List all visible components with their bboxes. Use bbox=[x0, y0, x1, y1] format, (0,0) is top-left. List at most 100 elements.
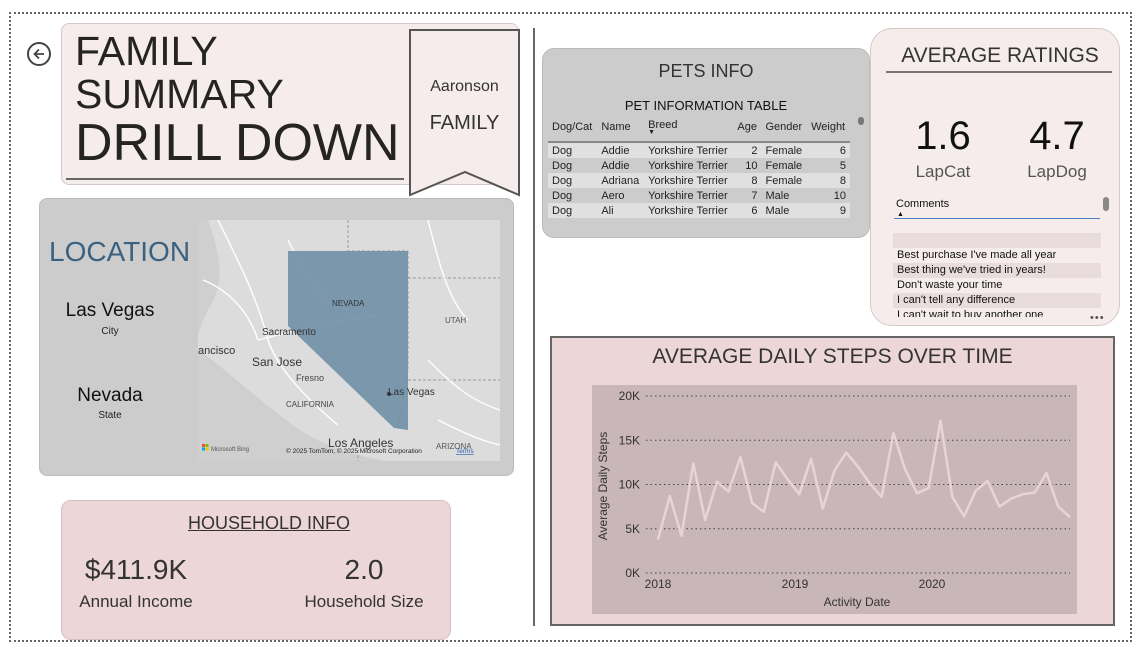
table-cell: Addie bbox=[597, 142, 645, 158]
table-cell: 7 bbox=[751, 189, 758, 202]
table-cell: Addie bbox=[601, 159, 630, 172]
table-cell: Female bbox=[761, 173, 808, 188]
sort-up-icon: ▲ bbox=[897, 211, 904, 218]
y-tick-label: 15K bbox=[619, 433, 640, 447]
table-cell: Adriana bbox=[597, 173, 645, 188]
income-label: Annual Income bbox=[79, 592, 193, 611]
table-cell: 10 bbox=[833, 189, 846, 202]
table-row[interactable]: Dog Aero Yorkshire Terrier 7 Male 10 bbox=[548, 188, 850, 203]
lapcat-rating-value: 1.6 bbox=[915, 114, 971, 158]
lapcat-rating-label: LapCat bbox=[915, 162, 971, 181]
ratings-underline bbox=[886, 71, 1112, 73]
map-label-sanfrancisco: ancisco bbox=[198, 345, 235, 357]
comments-header-line bbox=[894, 218, 1100, 219]
location-map[interactable]: NEVADA UTAH Sacramento ancisco San Jose … bbox=[198, 220, 500, 461]
family-label: FAMILY bbox=[429, 112, 500, 134]
household-title: HOUSEHOLD INFO bbox=[187, 513, 351, 533]
page-title: FAMILY SUMMARY DRILL DOWN bbox=[75, 28, 400, 172]
map-label-lasvegas: Las Vegas bbox=[388, 387, 435, 398]
list-item[interactable] bbox=[893, 233, 1101, 248]
col-gender[interactable]: Gender bbox=[761, 117, 808, 143]
table-cell: 10 bbox=[745, 159, 758, 172]
lapdog-rating-label: LapDog bbox=[1027, 162, 1087, 181]
x-tick-label: 2020 bbox=[919, 577, 946, 591]
col-name[interactable]: Name bbox=[597, 117, 645, 143]
pets-table-title: PET INFORMATION TABLE bbox=[624, 98, 788, 113]
table-row[interactable]: Dog Adriana Yorkshire Terrier 8 Female 8 bbox=[548, 173, 850, 188]
map-attribution: © 2025 TomTom, © 2025 Microsoft Corporat… bbox=[286, 447, 422, 455]
comments-scrollbar[interactable] bbox=[1103, 197, 1109, 211]
table-cell: Yorkshire Terrier bbox=[648, 159, 728, 172]
city-label: City bbox=[101, 326, 119, 337]
x-tick-label: 2019 bbox=[782, 577, 809, 591]
table-cell: Yorkshire Terrier bbox=[644, 203, 734, 218]
list-item[interactable]: I can't wait to buy another one bbox=[893, 308, 1101, 317]
table-cell: Female bbox=[765, 159, 803, 172]
table-cell: Dog bbox=[548, 142, 598, 158]
title-line-1: FAMILY bbox=[75, 28, 218, 74]
list-item[interactable]: Don't waste your time bbox=[893, 278, 1101, 293]
col-dogcat[interactable]: Dog/Cat bbox=[548, 117, 598, 143]
more-options-icon[interactable]: ••• bbox=[1090, 312, 1105, 324]
table-cell: 6 bbox=[733, 203, 762, 218]
table-cell: Dog bbox=[548, 173, 598, 188]
title-underline bbox=[66, 178, 404, 180]
table-cell: 8 bbox=[733, 173, 762, 188]
pets-table[interactable]: Dog/Cat Name Breed ▼ Age Gender Weight Do… bbox=[548, 117, 850, 218]
table-row[interactable]: Dog Addie Yorkshire Terrier 10 Female 5 bbox=[548, 158, 850, 173]
table-cell: Yorkshire Terrier bbox=[648, 189, 728, 202]
family-name: Aaronson bbox=[430, 78, 499, 95]
col-age[interactable]: Age bbox=[733, 117, 762, 143]
steps-line-chart[interactable]: 0K 5K 10K 15K 20K 2018 2019 2020 Average Daily… bbox=[550, 336, 1115, 626]
pets-title: PETS INFO bbox=[658, 61, 754, 81]
list-item[interactable]: Best thing we've tried in years! bbox=[893, 263, 1101, 278]
col-breed[interactable]: Breed ▼ bbox=[644, 117, 734, 143]
state-label: State bbox=[98, 410, 122, 421]
y-tick-label: 5K bbox=[625, 522, 640, 536]
table-cell: Male bbox=[765, 189, 790, 202]
list-item[interactable]: I can't tell any difference bbox=[893, 293, 1101, 308]
table-cell: 9 bbox=[807, 203, 850, 218]
city-value: Las Vegas bbox=[65, 300, 155, 321]
y-tick-label: 20K bbox=[619, 389, 640, 403]
list-item[interactable]: Best purchase I've made all year bbox=[893, 248, 1101, 263]
map-label-fresno: Fresno bbox=[296, 373, 324, 383]
x-tick-label: 2018 bbox=[645, 577, 672, 591]
col-weight[interactable]: Weight bbox=[807, 117, 850, 143]
map-label-sacramento: Sacramento bbox=[262, 327, 316, 338]
sort-down-icon: ▼ bbox=[648, 129, 656, 136]
location-title: LOCATION bbox=[49, 236, 191, 267]
back-button[interactable] bbox=[27, 42, 51, 66]
back-arrow-icon bbox=[33, 48, 44, 60]
ratings-title: AVERAGE RATINGS bbox=[901, 44, 1099, 67]
table-cell: 5 bbox=[839, 159, 846, 172]
table-cell: 2 bbox=[733, 142, 762, 158]
table-header-row: Dog/Cat Name Breed ▼ Age Gender Weight bbox=[548, 117, 850, 143]
table-cell: Dog bbox=[552, 189, 573, 202]
y-tick-label: 0K bbox=[625, 566, 640, 580]
state-value: Nevada bbox=[77, 385, 143, 406]
title-line-3: DRILL DOWN bbox=[75, 114, 400, 172]
map-label-california: CALIFORNIA bbox=[286, 400, 335, 409]
comments-list[interactable]: Best purchase I've made all year Best th… bbox=[893, 233, 1101, 317]
income-value: $411.9K bbox=[84, 554, 188, 585]
table-cell: 8 bbox=[807, 173, 850, 188]
table-row[interactable]: Dog Ali Yorkshire Terrier 6 Male 9 bbox=[548, 203, 850, 218]
y-axis-label: Average Daily Steps bbox=[596, 432, 610, 541]
map-label-sanjose: San Jose bbox=[252, 355, 302, 369]
table-cell: Dog bbox=[548, 203, 598, 218]
comments-header[interactable]: Comments bbox=[896, 198, 949, 210]
table-cell: Aero bbox=[601, 189, 625, 202]
table-cell: Dog bbox=[552, 159, 573, 172]
household-size-label: Household Size bbox=[304, 592, 424, 611]
vertical-divider bbox=[533, 28, 535, 626]
table-cell: Female bbox=[761, 142, 808, 158]
table-row[interactable]: Dog Addie Yorkshire Terrier 2 Female 6 bbox=[548, 142, 850, 158]
map-label-nevada: NEVADA bbox=[332, 299, 365, 308]
x-axis-label: Activity Date bbox=[824, 595, 891, 609]
table-cell: 6 bbox=[807, 142, 850, 158]
lapdog-rating-value: 4.7 bbox=[1029, 114, 1085, 158]
table-cell: Yorkshire Terrier bbox=[644, 173, 734, 188]
pets-table-scrollbar[interactable] bbox=[858, 117, 864, 125]
household-size-value: 2.0 bbox=[344, 554, 384, 585]
